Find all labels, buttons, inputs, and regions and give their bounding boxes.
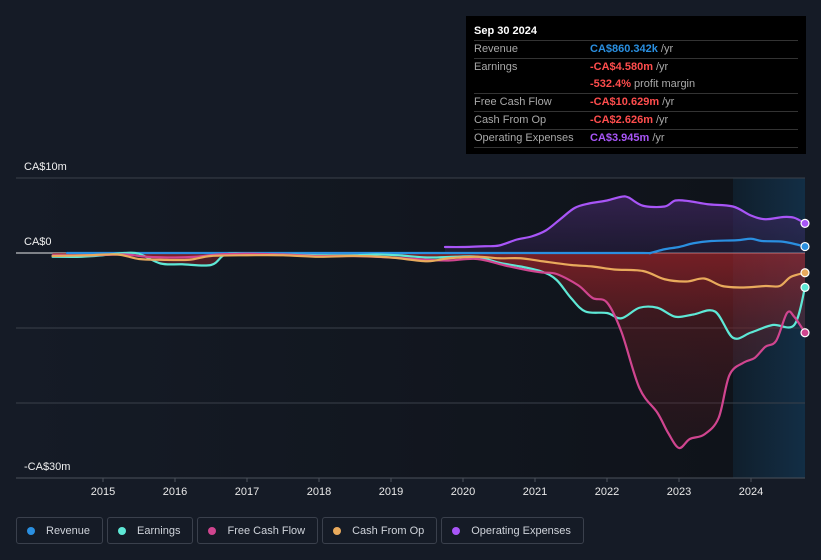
tooltip-row-cash-from-op: Cash From Op -CA$2.626m /yr — [474, 112, 798, 130]
operating-expenses-endpoint — [800, 218, 810, 228]
legend-label: Cash From Op — [352, 524, 425, 537]
tooltip-label: Earnings — [474, 61, 518, 73]
tooltip-row-earnings: Earnings -CA$4.580m /yr — [474, 59, 798, 76]
tooltip-value: -CA$10.629m — [590, 96, 660, 108]
tooltip-row-profit-margin: -532.4% profit margin — [474, 76, 798, 94]
x-tick-label: 2023 — [667, 486, 691, 498]
tooltip-value: -CA$2.626m — [590, 114, 653, 126]
x-tick-label: 2021 — [523, 486, 547, 498]
y-axis-label: CA$10m — [24, 161, 67, 173]
legend-item-operating-expenses[interactable]: Operating Expenses — [441, 517, 584, 544]
tooltip-unit: /yr — [655, 114, 669, 126]
tooltip-label: Revenue — [474, 43, 519, 55]
x-tick-label: 2015 — [91, 486, 115, 498]
cash-from-op-endpoint — [800, 268, 810, 278]
x-tick-label: 2016 — [163, 486, 187, 498]
tooltip-panel: Sep 30 2024 Revenue CA$860.342k /yr Earn… — [466, 16, 806, 154]
x-tick-label: 2020 — [451, 486, 475, 498]
legend-item-revenue[interactable]: Revenue — [16, 517, 104, 544]
earnings-endpoint — [800, 282, 810, 292]
x-tick-label: 2022 — [595, 486, 619, 498]
legend-label: Operating Expenses — [471, 524, 571, 537]
legend-item-earnings[interactable]: Earnings — [107, 517, 194, 544]
tooltip-label: Cash From Op — [474, 114, 547, 126]
tooltip-unit: profit margin — [633, 78, 696, 90]
y-axis-label: -CA$30m — [24, 461, 70, 473]
free-cash-flow-endpoint — [800, 328, 810, 338]
legend-label: Earnings — [137, 524, 181, 537]
x-tick-label: 2017 — [235, 486, 259, 498]
y-axis-label: CA$0 — [24, 236, 52, 248]
tooltip-unit: /yr — [662, 96, 675, 108]
earnings-dot-icon — [118, 526, 127, 535]
tooltip-date: Sep 30 2024 — [474, 23, 798, 41]
tooltip-value: CA$860.342k — [590, 43, 658, 55]
tooltip-unit: /yr — [660, 43, 674, 55]
operating-expenses-dot-icon — [452, 526, 461, 535]
legend-label: Revenue — [46, 524, 91, 537]
tooltip-unit: /yr — [652, 132, 665, 144]
cash-from-op-dot-icon — [333, 526, 342, 535]
tooltip-label: Free Cash Flow — [474, 96, 552, 108]
revenue-endpoint — [800, 241, 810, 252]
tooltip-row-operating-expenses: Operating Expenses CA$3.945m /yr — [474, 130, 798, 148]
free-cash-flow-dot-icon — [208, 526, 217, 535]
x-tick-label: 2018 — [307, 486, 331, 498]
tooltip-row-free-cash-flow: Free Cash Flow -CA$10.629m /yr — [474, 94, 798, 112]
tooltip-label: Operating Expenses — [474, 132, 574, 144]
tooltip-value: CA$3.945m — [590, 132, 650, 144]
tooltip-unit: /yr — [655, 61, 669, 73]
tooltip-row-revenue: Revenue CA$860.342k /yr — [474, 41, 798, 59]
legend-item-free-cash-flow[interactable]: Free Cash Flow — [197, 517, 319, 544]
tooltip-value: -532.4% — [590, 78, 631, 90]
chart-legend: Revenue Earnings Free Cash Flow Cash Fro… — [16, 517, 584, 544]
revenue-dot-icon — [27, 526, 35, 535]
tooltip-label — [474, 76, 590, 93]
x-tick-label: 2019 — [379, 486, 403, 498]
legend-label: Free Cash Flow — [227, 524, 306, 537]
tooltip-value: -CA$4.580m — [590, 61, 653, 73]
x-tick-label: 2024 — [739, 486, 763, 498]
legend-item-cash-from-op[interactable]: Cash From Op — [322, 517, 438, 544]
